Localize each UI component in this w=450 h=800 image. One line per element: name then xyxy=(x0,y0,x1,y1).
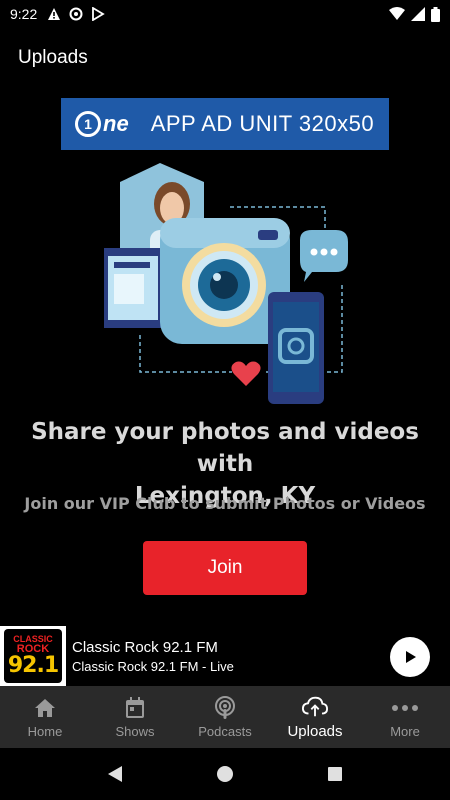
more-icon xyxy=(392,696,418,720)
nav-item-more[interactable]: More xyxy=(360,686,450,748)
player-subtitle: Classic Rock 92.1 FM - Live xyxy=(72,658,234,674)
nav-item-home[interactable]: Home xyxy=(0,686,90,748)
status-bar: 9:22 xyxy=(0,0,450,28)
join-button[interactable]: Join xyxy=(143,541,307,595)
nav-label-shows: Shows xyxy=(115,723,155,739)
status-time: 9:22 xyxy=(10,6,38,22)
station-artwork: CLASSIC ROCK 92.1 xyxy=(0,626,66,686)
battery-icon xyxy=(431,6,440,22)
ad-logo-mark: 1 xyxy=(75,111,101,137)
nav-item-podcasts[interactable]: Podcasts xyxy=(180,686,270,748)
bottom-nav: Home Shows Podcasts Uploads More xyxy=(0,686,450,748)
nav-item-shows[interactable]: Shows xyxy=(90,686,180,748)
ad-banner[interactable]: 1 ne APP AD UNIT 320x50 xyxy=(61,98,389,150)
nav-label-home: Home xyxy=(27,723,63,739)
page-title: Uploads xyxy=(18,47,88,68)
mini-player[interactable]: CLASSIC ROCK 92.1 Classic Rock 92.1 FM C… xyxy=(0,626,450,686)
signal-icon xyxy=(411,7,425,21)
sync-icon xyxy=(69,7,83,21)
upload-illustration xyxy=(104,163,348,404)
artwork-frequency-text: 92.1 xyxy=(7,653,59,678)
wifi-icon xyxy=(389,7,405,20)
home-circle-icon[interactable] xyxy=(216,765,234,783)
calendar-icon xyxy=(122,696,148,720)
player-title: Classic Rock 92.1 FM xyxy=(72,638,218,656)
play-store-icon xyxy=(92,7,105,21)
ad-text: APP AD UNIT 320x50 xyxy=(150,111,375,136)
nav-label-podcasts: Podcasts xyxy=(198,723,252,739)
ad-logo: 1 ne xyxy=(75,111,129,137)
podcast-icon xyxy=(212,695,238,720)
alert-icon xyxy=(48,8,61,20)
subline: Join our VIP Club to submit Photos or Vi… xyxy=(24,494,426,513)
nav-item-uploads[interactable]: Uploads xyxy=(270,686,360,748)
play-icon xyxy=(406,651,416,663)
back-icon[interactable] xyxy=(107,765,123,783)
app-header: Uploads xyxy=(0,40,450,76)
cloud-upload-icon xyxy=(302,695,328,719)
recents-icon[interactable] xyxy=(327,766,343,782)
headline-line-1: Share your photos and videos with xyxy=(31,419,419,477)
play-button[interactable] xyxy=(390,637,430,677)
system-nav xyxy=(0,748,450,800)
nav-label-uploads: Uploads xyxy=(287,722,343,740)
home-icon xyxy=(32,696,58,720)
nav-label-more: More xyxy=(390,723,420,739)
ad-logo-text: ne xyxy=(103,111,129,136)
